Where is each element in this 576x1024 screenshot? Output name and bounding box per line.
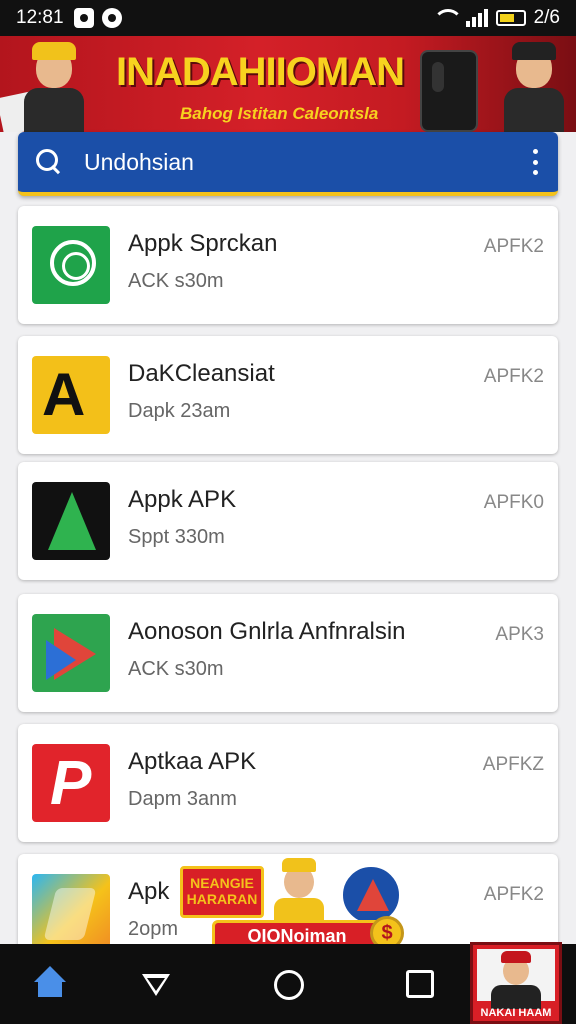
app-icon-play	[32, 614, 110, 692]
banner-title: INADAHIIOMAN	[116, 50, 405, 94]
more-options-icon[interactable]	[530, 149, 540, 175]
app-list-item[interactable]: Aonoson Gnlrla Anfnralsin ACK s30m APK3	[18, 594, 558, 712]
overlay-ad-label: NEANGIE HARARAN	[180, 866, 264, 918]
search-icon[interactable]	[36, 149, 62, 175]
back-icon[interactable]	[134, 962, 178, 1006]
banner-person-right	[498, 42, 570, 132]
app-notification-icon	[101, 8, 122, 28]
overlay-ad-person	[270, 858, 328, 922]
app-name: DaKCleansiat	[128, 360, 275, 387]
banner-person-left	[18, 42, 90, 132]
app-subtitle: ACK s30m	[128, 270, 224, 292]
corner-ad[interactable]: NAKAI HAAM	[470, 942, 562, 1024]
app-subtitle: ACK s30m	[128, 658, 224, 680]
app-icon-black-green	[32, 482, 110, 560]
app-tag: APFK2	[483, 366, 544, 387]
signal-icon	[465, 9, 488, 27]
app-name: Appk Sprckan	[128, 230, 278, 257]
banner-phone-image	[420, 50, 478, 132]
app-tag: APFK0	[483, 492, 544, 513]
app-name: Aptkaa APK	[128, 748, 257, 775]
app-subtitle: Dapm 3anm	[128, 788, 237, 810]
app-subtitle: 2opm	[128, 918, 179, 940]
app-list-item[interactable]: A DaKCleansiat Dapk 23am APFK2	[18, 336, 558, 454]
wifi-icon	[432, 9, 463, 27]
app-name: Appk APK	[128, 486, 237, 513]
promo-banner[interactable]: INADAHIIOMAN Bahog Istitan Caleontsla	[0, 36, 576, 132]
battery-icon	[495, 10, 526, 26]
app-tag: APFK2	[483, 236, 544, 257]
app-list-item[interactable]: Appk APK Sppt 330m APFK0	[18, 462, 558, 580]
search-input[interactable]: Undohsian	[84, 149, 530, 176]
battery-text: 2/6	[533, 7, 560, 28]
home-icon[interactable]	[28, 962, 72, 1006]
app-icon-yellow-a: A	[32, 356, 110, 434]
app-tag: APFK2	[483, 884, 544, 905]
banner-subtitle: Bahog Istitan Caleontsla	[180, 104, 379, 123]
app-tag: APK3	[495, 624, 544, 645]
status-time: 12:81	[16, 7, 64, 28]
app-list-item[interactable]: P Aptkaa APK Dapm 3anm APFKZ	[18, 724, 558, 842]
corner-ad-label: NAKAI HAAM	[480, 1007, 552, 1019]
app-subtitle: Sppt 330m	[128, 526, 225, 548]
app-name: Apk	[128, 878, 170, 905]
home-circle-icon[interactable]	[266, 962, 310, 1006]
notification-icon	[73, 8, 94, 28]
app-tag: APFKZ	[482, 754, 544, 775]
overlay-ad[interactable]: NEANGIE HARARAN OIONoiman $	[176, 858, 406, 956]
app-icon-red-p: P	[32, 744, 110, 822]
app-list-item[interactable]: Appk Sprckan ACK s30m APFK2	[18, 206, 558, 324]
app-icon-multicolor	[32, 874, 110, 952]
recents-icon[interactable]	[398, 962, 442, 1006]
status-bar: 12:81 2/6	[0, 0, 576, 36]
app-subtitle: Dapk 23am	[128, 400, 231, 422]
app-icon-green	[32, 226, 110, 304]
search-bar[interactable]: Undohsian	[18, 132, 558, 196]
app-name: Aonoson Gnlrla Anfnralsin	[128, 618, 406, 645]
